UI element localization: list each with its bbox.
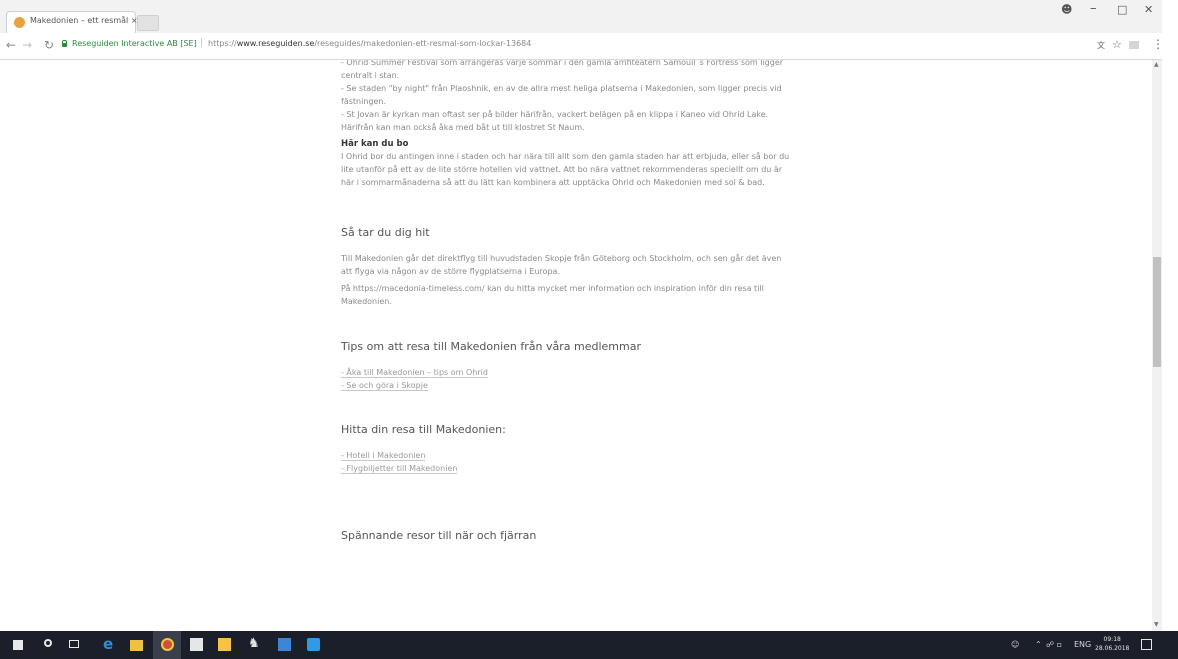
article: - Ohrid Summer Festival som arrangeras v… [341,60,830,555]
extension-icon[interactable] [1129,41,1139,49]
network-volume-icon[interactable]: ☍ ▫ [1046,640,1062,649]
stay-heading: Här kan du bo [341,139,409,149]
intro-line: Härifrån kan man också åka med båt ut ti… [341,123,585,132]
translate-icon[interactable]: 文 [1097,40,1105,51]
browser-title-bar: Makedonien – ett resmål × ☻ – □ ✕ [0,0,1178,33]
notification-icon[interactable] [1141,639,1152,650]
getting-there-heading: Så tar du dig hit [341,226,430,239]
stay-line: I Ohrid bor du antingen inne i staden oc… [341,152,790,161]
windows-taskbar: e ♞ ☺ ⌃ ☍ ▫ ENG 09:18 28.06.2018 [0,631,1178,659]
profile-icon[interactable]: ☻ [1061,3,1072,16]
site-favicon-icon [14,17,25,28]
intro-line: - Ohrid Summer Festival som arrangeras v… [341,60,784,67]
minimize-icon[interactable]: – [1090,1,1097,16]
window-edge [1162,0,1178,659]
clock-time: 09:18 [1103,636,1121,643]
windows-start-icon[interactable] [13,640,23,650]
hotels-link[interactable]: - Hotell i Makedonien [341,449,830,462]
taskbar-clock[interactable]: 09:18 28.06.2018 [1095,635,1129,653]
lock-icon[interactable] [62,40,67,47]
new-tab-button[interactable] [137,15,159,31]
url-path: /reseguides/makedonien-ett-resmal-som-lo… [314,39,532,48]
getting-there-line: att flyga via någon av de större flygpla… [341,267,560,276]
site-identity[interactable]: Reseguiden Interactive AB [SE] [72,39,197,48]
people-icon[interactable]: ☺ [1011,640,1019,649]
stay-line: lite utanför på ett av de lite större ho… [341,165,783,174]
scroll-up-icon[interactable]: ▲ [1154,61,1159,68]
getting-there-link-line[interactable]: På https://macedonia-timeless.com/ kan d… [341,282,830,295]
getting-there-line: Makedonien. [341,297,392,306]
back-arrow-icon[interactable]: ← [6,38,16,52]
maximize-icon[interactable]: □ [1117,3,1127,16]
getting-there-line: Till Makedonien går det direktflyg till … [341,254,782,263]
more-trips-heading: Spännande resor till när och fjärran [341,529,537,542]
tab-title: Makedonien – ett resmål × [30,16,138,25]
tips-heading: Tips om att resa till Makedonien från vå… [341,340,641,353]
url-separator: | [200,38,204,48]
app-icon[interactable] [307,638,320,651]
search-icon[interactable] [44,639,52,647]
stay-line: här i sommarmånaderna så att du lätt kan… [341,178,765,187]
tray-chevron-up-icon[interactable]: ⌃ [1035,640,1042,649]
sticky-notes-icon[interactable] [218,638,231,651]
address-bar[interactable]: https://www.reseguiden.se/reseguides/mak… [208,39,531,48]
scroll-down-icon[interactable]: ▼ [1154,621,1159,628]
find-heading: Hitta din resa till Makedonien: [341,423,506,436]
page-content[interactable]: - Ohrid Summer Festival som arrangeras v… [0,60,1178,631]
browser-tab[interactable]: Makedonien – ett resmål × [6,11,138,33]
app-icon[interactable]: ♞ [248,636,260,651]
star-icon[interactable]: ☆ [1112,38,1122,51]
chrome-icon[interactable] [161,638,174,651]
clock-date: 28.06.2018 [1095,645,1130,652]
intro-line: fästningen. [341,97,386,106]
intro-line: - St Jovan är kyrkan man oftast ser på b… [341,110,769,119]
edge-icon[interactable]: e [103,635,113,653]
forward-arrow-icon[interactable]: → [22,38,32,52]
tips-link-ohrid[interactable]: - Åka till Makedonien – tips om Ohrid [341,366,830,379]
scrollbar-thumb[interactable] [1153,257,1161,367]
intro-line: centralt i stan. [341,71,400,80]
url-prefix: https:// [208,39,237,48]
reload-icon[interactable]: ↻ [44,38,54,52]
tips-link-skopje[interactable]: - Se och göra i Skopje [341,379,830,392]
task-view-icon[interactable] [69,640,79,648]
file-explorer-icon[interactable] [130,640,143,651]
vertical-scrollbar[interactable]: ▲ ▼ [1152,60,1162,631]
browser-toolbar: ← → ↻ Reseguiden Interactive AB [SE] | h… [0,33,1178,60]
intro-line: - Se staden "by night" från Plaoshnik, e… [341,84,782,93]
store-icon[interactable] [190,638,203,651]
flights-link[interactable]: - Flygbiljetter till Makedonien [341,462,830,475]
close-window-icon[interactable]: ✕ [1144,3,1153,16]
app-icon[interactable] [278,638,291,651]
url-host: www.reseguiden.se [236,39,315,48]
language-indicator[interactable]: ENG [1074,640,1091,649]
